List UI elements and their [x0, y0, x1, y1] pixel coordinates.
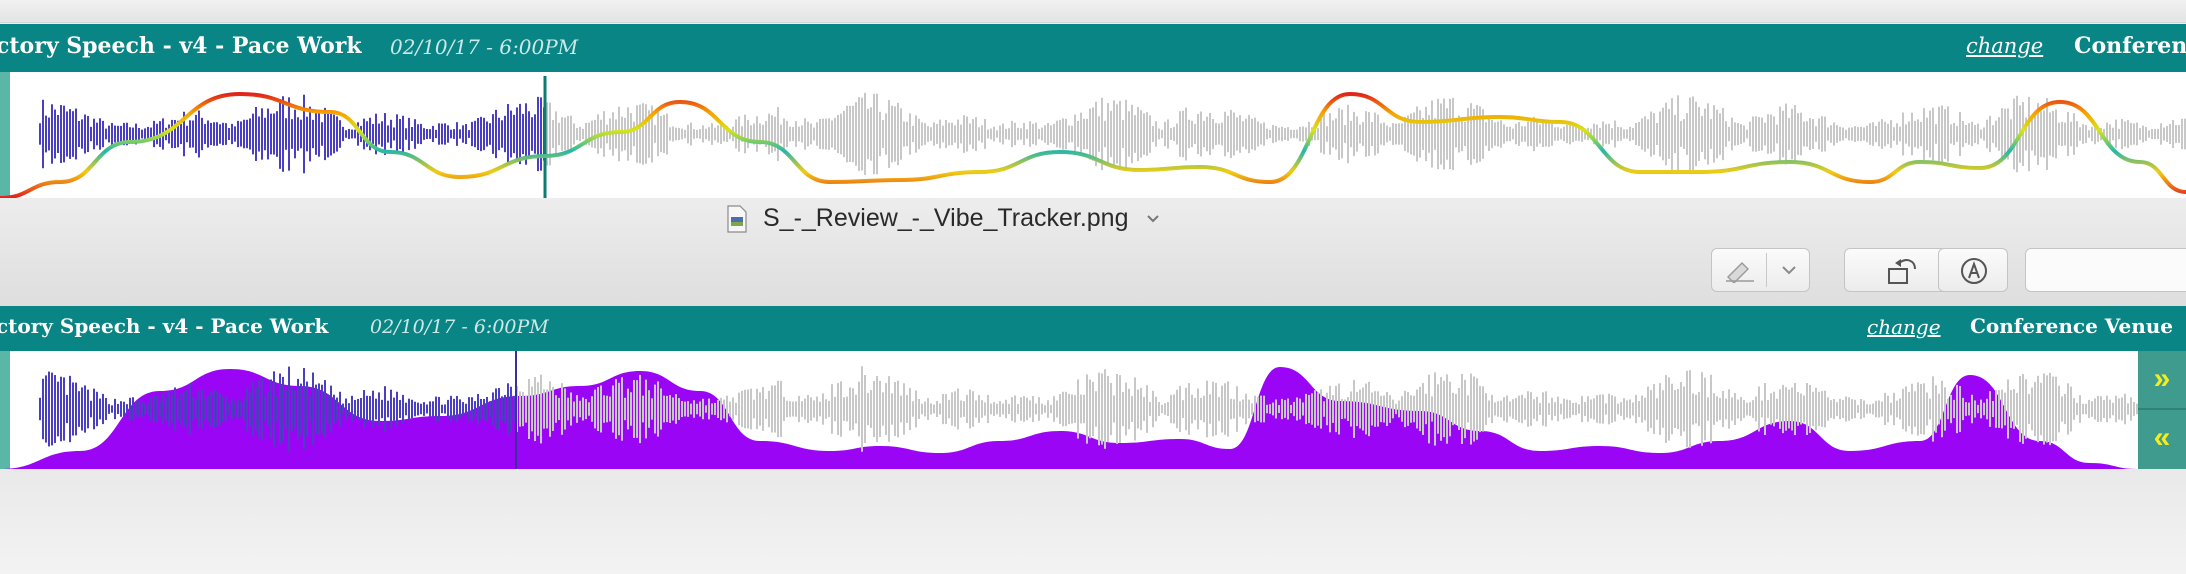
- venue-label: Conferenc: [2074, 33, 2186, 59]
- document-filename[interactable]: S_-_Review_-_Vibe_Tracker.png: [763, 204, 1128, 233]
- change-link[interactable]: change: [1966, 34, 2043, 58]
- back-button[interactable]: «: [2138, 410, 2186, 469]
- markup-dropdown-chevron-icon[interactable]: [1780, 263, 1798, 277]
- png-file-icon: [727, 205, 747, 233]
- track-date: 02/10/17 - 6:00PM: [390, 35, 579, 59]
- markup-pen-icon[interactable]: [1724, 259, 1756, 283]
- track-title: ctory Speech - v4 - Pace Work: [0, 314, 329, 338]
- waveform-panel-1[interactable]: [0, 72, 2186, 198]
- window-top-strip: [0, 0, 2186, 23]
- waveform-panel-2[interactable]: [0, 351, 2186, 469]
- search-field[interactable]: [2025, 248, 2186, 292]
- window-background: [0, 469, 2186, 574]
- waveform-svg-1: [0, 76, 2186, 198]
- track-date: 02/10/17 - 6:00PM: [370, 316, 549, 338]
- markup-toolbar-group: [1711, 248, 1810, 292]
- rotate-left-icon: [1888, 259, 1916, 284]
- annotate-circle-icon: [1961, 258, 1987, 284]
- waveform-svg-2: [0, 351, 2138, 469]
- track-header-1: ctory Speech - v4 - Pace Work 02/10/17 -…: [0, 24, 2186, 72]
- venue-label: Conference Venue: [1970, 314, 2174, 338]
- chevron-down-icon[interactable]: [1146, 212, 1160, 226]
- track-title: ctory Speech - v4 - Pace Work: [0, 33, 362, 59]
- track-header-2: ctory Speech - v4 - Pace Work 02/10/17 -…: [0, 306, 2186, 351]
- change-link[interactable]: change: [1867, 315, 1941, 339]
- annotate-button[interactable]: [1938, 248, 2008, 292]
- forward-button[interactable]: »: [2138, 351, 2186, 410]
